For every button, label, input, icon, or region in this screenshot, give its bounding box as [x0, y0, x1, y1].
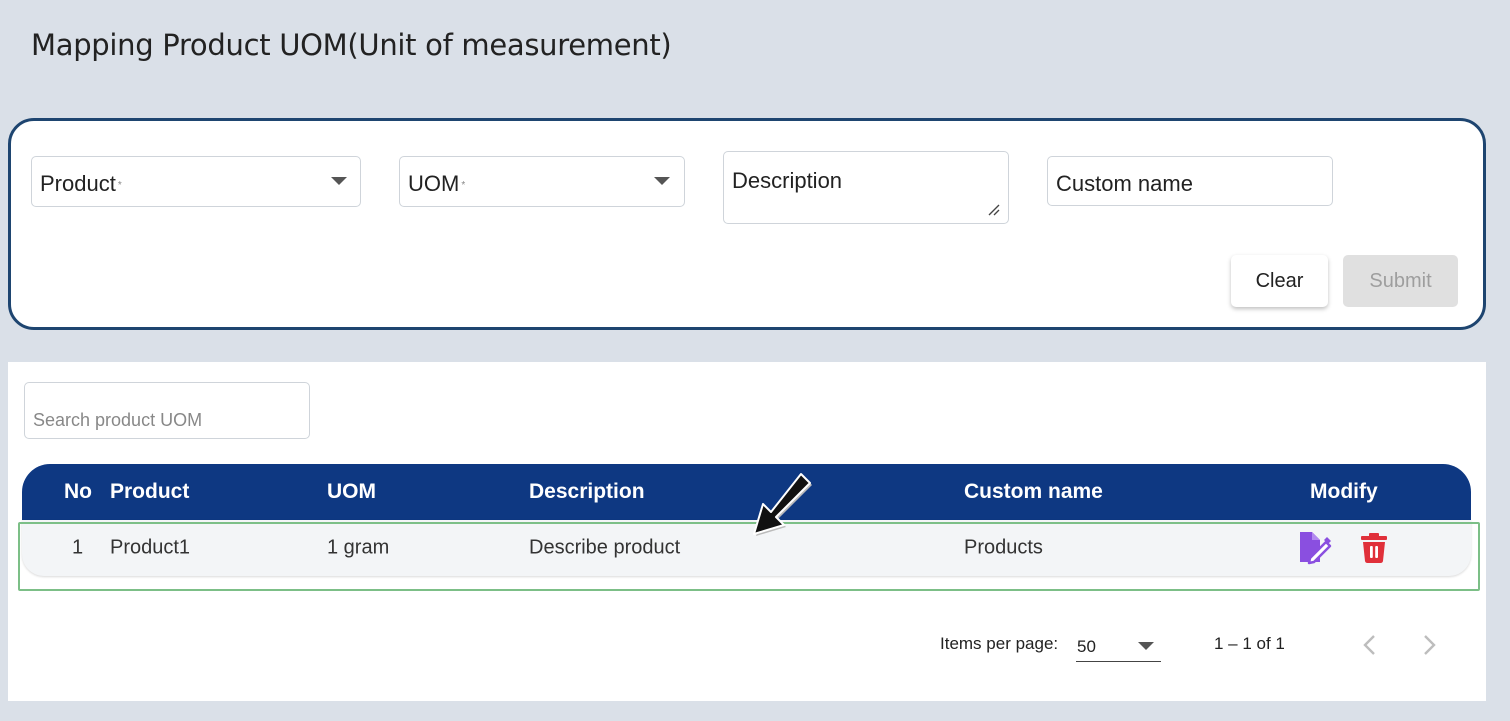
description-placeholder: Description: [732, 168, 843, 193]
chevron-down-icon: [331, 177, 347, 185]
pagination-range: 1 – 1 of 1: [1214, 634, 1285, 653]
product-select[interactable]: Product *: [31, 156, 361, 207]
column-header-custom-name: Custom name: [964, 480, 1103, 503]
clear-button[interactable]: Clear: [1231, 255, 1328, 307]
page-title: Mapping Product UOM(Unit of measurement): [31, 28, 672, 62]
resize-handle-icon[interactable]: [988, 204, 1000, 216]
annotation-arrow-icon: [753, 473, 812, 536]
items-per-page-value: 50: [1077, 637, 1096, 656]
chevron-down-icon: [1138, 642, 1154, 650]
mapping-form: Product * UOM * Description Custom name Cl…: [8, 118, 1486, 330]
description-textarea[interactable]: Description: [723, 151, 1009, 224]
items-per-page-select[interactable]: 50: [1076, 630, 1161, 662]
column-header-modify: Modify: [1310, 480, 1378, 503]
chevron-right-icon[interactable]: [1416, 632, 1442, 658]
column-header-uom: UOM: [327, 480, 376, 503]
uom-select[interactable]: UOM *: [399, 156, 685, 207]
column-header-description: Description: [529, 480, 645, 503]
submit-button[interactable]: Submit: [1343, 255, 1458, 307]
column-header-no: No: [64, 480, 92, 503]
search-input[interactable]: [24, 382, 310, 439]
chevron-left-icon[interactable]: [1357, 632, 1383, 658]
custom-name-placeholder: Custom name: [1056, 171, 1193, 196]
chevron-down-icon: [654, 177, 670, 185]
uom-select-label: UOM: [408, 171, 460, 196]
product-select-label: Product: [40, 171, 116, 196]
column-header-product: Product: [110, 480, 190, 503]
items-per-page-label: Items per page:: [940, 634, 1059, 653]
uom-required-mark: *: [461, 179, 466, 191]
product-required-mark: *: [117, 179, 122, 191]
custom-name-input[interactable]: Custom name: [1047, 156, 1333, 206]
